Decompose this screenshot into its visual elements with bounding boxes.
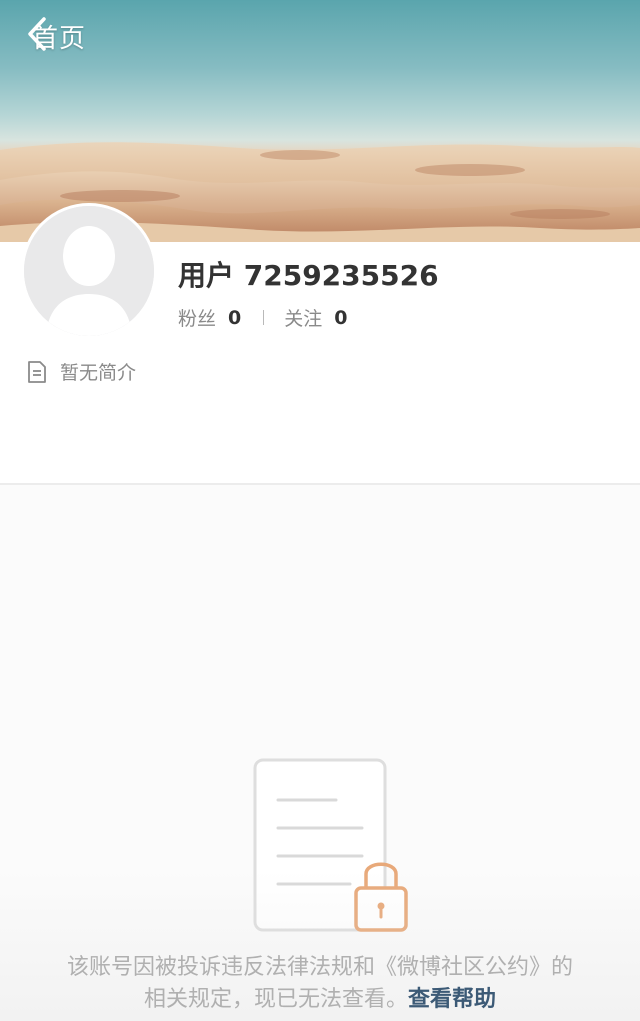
followers-stat[interactable]: 粉丝 0 <box>178 304 241 331</box>
account-blocked-notice: 该账号因被投诉违反法律法规和《微博社区公约》的相关规定，现已无法查看。查看帮助 <box>60 952 580 1016</box>
profile-stats: 粉丝 0 关注 0 <box>178 304 348 331</box>
profile-screen: 首页 用户 7259235526 粉丝 0 关注 0 暂无简介 该账号因被投诉违… <box>0 0 640 1021</box>
profile-bio: 暂无简介 <box>26 358 136 385</box>
chevron-left-icon <box>28 17 46 51</box>
default-avatar-icon <box>24 206 154 336</box>
help-link[interactable]: 查看帮助 <box>408 987 496 1012</box>
followers-count: 0 <box>228 306 242 329</box>
locked-document-icon <box>253 758 408 932</box>
notice-message: 该账号因被投诉违反法律法规和《微博社区公约》的相关规定，现已无法查看。 <box>66 955 573 1012</box>
followers-label: 粉丝 <box>178 308 217 330</box>
username: 用户 7259235526 <box>178 259 439 292</box>
blocked-content-area <box>0 485 640 1021</box>
following-count: 0 <box>334 306 348 329</box>
stats-divider <box>263 310 265 325</box>
following-label: 关注 <box>284 308 323 330</box>
document-icon <box>28 360 46 383</box>
back-button[interactable]: 首页 <box>26 16 86 56</box>
avatar[interactable] <box>21 203 157 339</box>
bio-text: 暂无简介 <box>60 362 137 384</box>
following-stat[interactable]: 关注 0 <box>284 304 347 331</box>
